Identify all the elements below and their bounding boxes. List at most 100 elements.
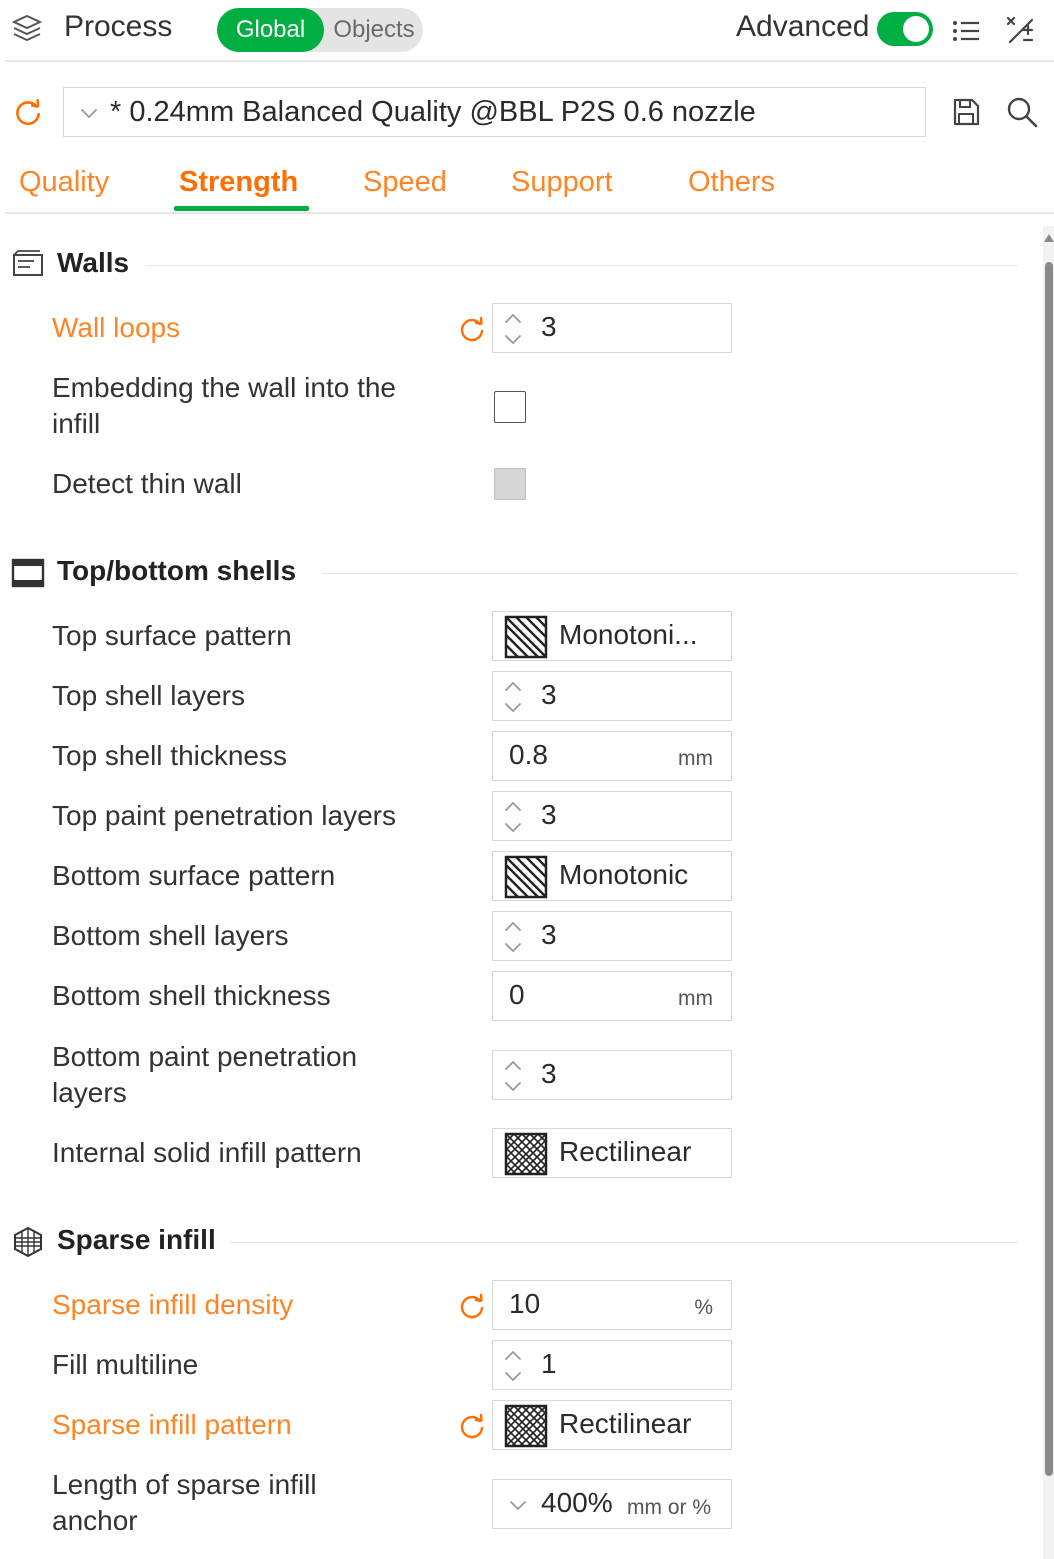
bottom-paint-penetration-label-line2: layers (52, 1077, 127, 1108)
toggle-knob (903, 16, 929, 42)
spin-icon[interactable] (502, 918, 524, 956)
top-shell-layers-input[interactable]: 3 (492, 671, 732, 721)
bottom-paint-penetration-label: Bottom paint penetration layers (52, 1039, 357, 1111)
spin-icon[interactable] (502, 798, 524, 836)
top-surface-pattern-label: Top surface pattern (52, 620, 292, 651)
rectilinear-pattern-icon (504, 1132, 548, 1176)
scrollbar-thumb[interactable] (1045, 262, 1053, 1476)
bottom-paint-penetration-value: 3 (541, 1058, 557, 1089)
top-shell-thickness-label: Top shell thickness (52, 740, 288, 771)
tabs-divider (5, 212, 1054, 214)
reset-icon[interactable] (12, 96, 44, 128)
sparse-infill-density-input[interactable]: 10 % (492, 1280, 732, 1330)
tab-quality[interactable]: Quality (19, 166, 109, 199)
bottom-paint-penetration-label-line1: Bottom paint penetration (52, 1041, 358, 1072)
bottom-shell-layers-value: 3 (541, 919, 557, 950)
wall-loops-label: Wall loops (52, 312, 181, 343)
top-shell-layers-label: Top shell layers (52, 680, 245, 711)
spin-icon[interactable] (502, 310, 524, 348)
unit-label: mm (678, 747, 713, 770)
wall-loops-value: 3 (541, 311, 557, 342)
top-shell-layers-value: 3 (541, 679, 557, 710)
anchor-length-label-line1: Length of sparse infill (52, 1469, 317, 1500)
fill-multiline-value: 1 (541, 1348, 557, 1379)
top-paint-penetration-value: 3 (541, 799, 557, 830)
internal-solid-pattern-select[interactable]: Rectilinear (492, 1128, 732, 1178)
global-objects-switch[interactable]: Global Objects (217, 8, 423, 52)
preset-name: * 0.24mm Balanced Quality @BBL P2S 0.6 n… (110, 96, 756, 128)
rectilinear-pattern-icon (504, 1404, 548, 1448)
top-paint-penetration-input[interactable]: 3 (492, 791, 732, 841)
internal-solid-pattern-value: Rectilinear (559, 1136, 692, 1167)
search-icon[interactable] (1004, 94, 1040, 130)
fill-multiline-input[interactable]: 1 (492, 1340, 732, 1390)
section-title-sparse-infill: Sparse infill (57, 1224, 216, 1255)
detect-thin-wall-checkbox[interactable] (494, 468, 526, 500)
section-divider (230, 1242, 1018, 1243)
bottom-shell-thickness-label: Bottom shell thickness (52, 980, 331, 1011)
list-icon[interactable] (949, 14, 983, 48)
monotonic-pattern-icon (504, 615, 548, 659)
bottom-surface-pattern-value: Monotonic (559, 859, 689, 890)
active-tab-indicator (174, 206, 309, 211)
spin-icon[interactable] (502, 1347, 524, 1385)
unit-label: % (694, 1296, 713, 1319)
reset-icon[interactable] (457, 1291, 487, 1321)
compare-icon[interactable] (1004, 14, 1038, 48)
segment-objects[interactable]: Objects (325, 8, 423, 52)
sparse-infill-pattern-select[interactable]: Rectilinear (492, 1400, 732, 1450)
embed-wall-label: Embedding the wall into the infill (52, 370, 396, 442)
shells-icon (11, 558, 45, 588)
bottom-paint-penetration-input[interactable]: 3 (492, 1050, 732, 1100)
bottom-shell-layers-input[interactable]: 3 (492, 911, 732, 961)
unit-label: mm or % (627, 1496, 711, 1519)
section-divider (146, 265, 1018, 266)
spin-icon[interactable] (502, 1057, 524, 1095)
detect-thin-wall-label: Detect thin wall (52, 468, 242, 499)
anchor-length-label-line2: anchor (52, 1505, 138, 1536)
anchor-length-label: Length of sparse infill anchor (52, 1467, 317, 1539)
save-icon[interactable] (950, 96, 982, 128)
tab-support[interactable]: Support (511, 166, 613, 199)
header-divider (5, 60, 1054, 62)
anchor-length-value: 400% (541, 1487, 613, 1518)
preset-selector[interactable]: * 0.24mm Balanced Quality @BBL P2S 0.6 n… (63, 87, 926, 137)
top-shell-thickness-input[interactable]: 0.8 mm (492, 731, 732, 781)
section-title-top-bottom-shells: Top/bottom shells (57, 555, 297, 586)
chevron-down-icon[interactable] (507, 1494, 529, 1516)
tab-speed[interactable]: Speed (363, 166, 447, 199)
anchor-length-combo[interactable]: 400% mm or % (492, 1479, 732, 1529)
bottom-shell-thickness-value: 0 (509, 979, 525, 1010)
fill-multiline-label: Fill multiline (52, 1349, 199, 1380)
reset-icon[interactable] (457, 1411, 487, 1441)
advanced-label: Advanced (736, 10, 870, 43)
wall-loops-input[interactable]: 3 (492, 303, 732, 353)
top-surface-pattern-select[interactable]: Monotoni... (492, 611, 732, 661)
segment-global[interactable]: Global (217, 8, 324, 52)
bottom-shell-thickness-input[interactable]: 0 mm (492, 971, 732, 1021)
sparse-infill-density-value: 10 (509, 1288, 541, 1319)
chevron-down-icon (78, 102, 100, 124)
unit-label: mm (678, 987, 713, 1010)
bottom-surface-pattern-select[interactable]: Monotonic (492, 851, 732, 901)
reset-icon[interactable] (457, 314, 487, 344)
embed-wall-checkbox[interactable] (494, 391, 526, 423)
bottom-shell-layers-label: Bottom shell layers (52, 920, 289, 951)
advanced-toggle[interactable] (877, 12, 933, 46)
embed-wall-label-line2: infill (52, 408, 101, 439)
bottom-surface-pattern-label: Bottom surface pattern (52, 860, 336, 891)
tab-strength[interactable]: Strength (179, 166, 298, 199)
monotonic-pattern-icon (504, 855, 548, 899)
top-paint-penetration-label: Top paint penetration layers (52, 800, 396, 831)
infill-icon (14, 1226, 42, 1258)
spin-icon[interactable] (502, 678, 524, 716)
tab-others[interactable]: Others (688, 166, 775, 199)
top-shell-thickness-value: 0.8 (509, 739, 548, 770)
sparse-infill-pattern-label: Sparse infill pattern (52, 1409, 292, 1440)
internal-solid-pattern-label: Internal solid infill pattern (52, 1137, 362, 1168)
top-surface-pattern-value: Monotoni... (559, 619, 698, 650)
sparse-infill-density-label: Sparse infill density (52, 1289, 294, 1320)
walls-icon (13, 250, 43, 276)
scroll-up-arrow[interactable] (1044, 234, 1054, 242)
process-icon (11, 14, 43, 42)
